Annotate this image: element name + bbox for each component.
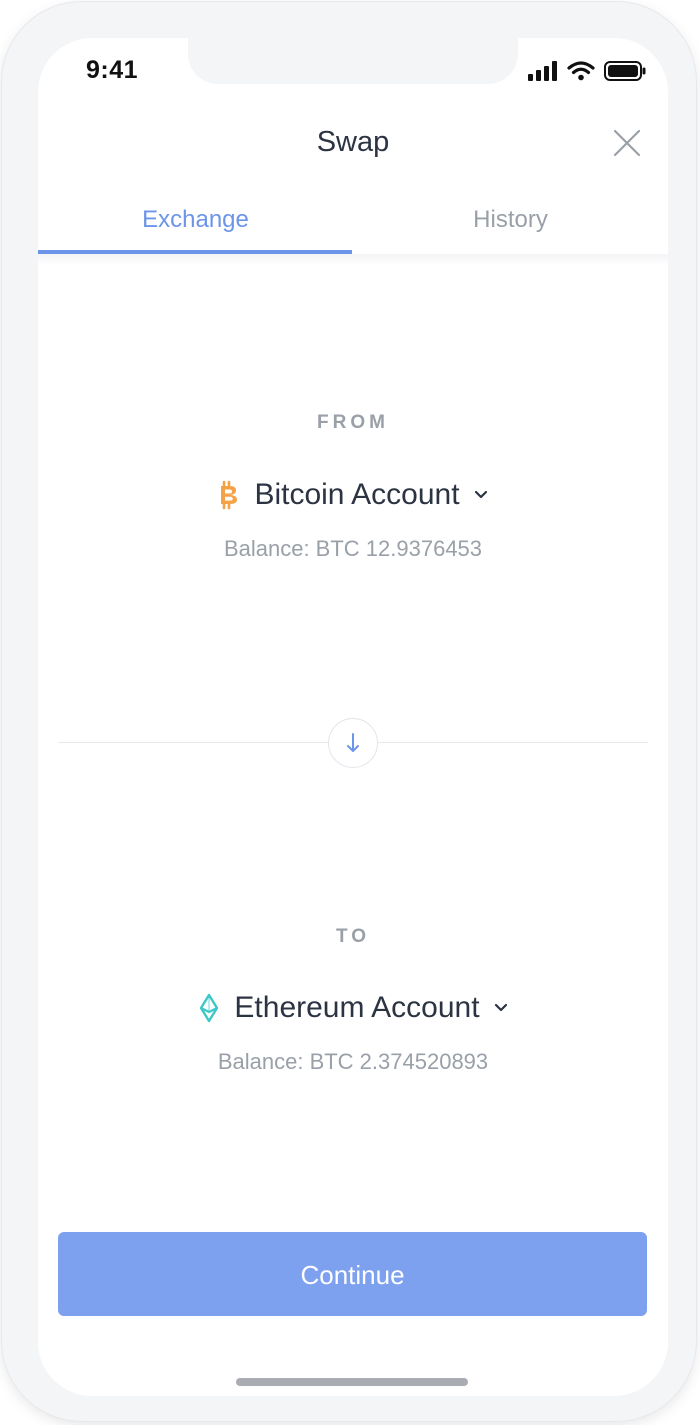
battery-icon [604,61,646,81]
from-label: FROM [317,412,389,433]
from-balance: Balance: BTC 12.9376453 [223,536,483,561]
status-icons [528,60,646,82]
to-account-selector[interactable]: Ethereum Account [38,991,668,1025]
arrow-down-icon [347,733,359,752]
app-screen: 9:41 Swap Exchange History FROM Bitcoin … [38,38,668,1396]
home-indicator[interactable] [236,1378,468,1386]
phone-frame: 9:41 Swap Exchange History FROM Bitcoin … [2,2,696,1421]
to-label: TO [335,926,371,947]
swap-direction-button[interactable] [328,718,378,768]
close-icon [613,129,641,157]
chevron-down-icon [474,490,487,499]
page-title: Swap [316,126,390,158]
tab-exchange[interactable]: Exchange [38,198,353,256]
status-time: 9:41 [86,56,139,84]
device-notch [188,38,518,84]
from-account-name: Bitcoin Account [254,478,460,511]
tab-bar: Exchange History [38,198,668,256]
wifi-icon [567,61,595,81]
continue-button[interactable]: Continue [58,1232,647,1316]
bitcoin-icon [221,480,238,510]
tab-bar-shadow [38,254,668,266]
to-account-name: Ethereum Account [234,991,480,1024]
ethereum-icon [200,993,219,1023]
to-balance: Balance: BTC 2.374520893 [217,1049,489,1074]
from-account-selector[interactable]: Bitcoin Account [38,478,668,512]
tab-history[interactable]: History [353,198,668,256]
cellular-signal-icon [528,61,557,81]
close-button[interactable] [612,128,642,158]
chevron-down-icon [494,1003,507,1012]
